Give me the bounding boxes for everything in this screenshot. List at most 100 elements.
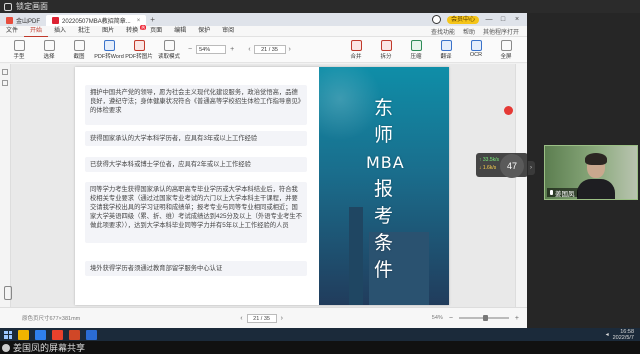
condition-card-1: 拥护中国共产党的领导，愿为社会主义现代化建设服务，政治觉悟高，品德良好，遵纪守法… <box>85 85 307 125</box>
pdf-to-image-button[interactable]: PDF转图片 <box>124 39 154 60</box>
screenshot-button[interactable]: 截图 <box>64 39 94 60</box>
status-next-icon[interactable]: › <box>281 315 283 322</box>
tab-document[interactable]: 20220507MBA教招简章... × <box>46 15 147 26</box>
system-tray: ◂ 16:58 2022/5/7 <box>606 329 640 341</box>
usage-percent[interactable]: 47 <box>500 154 524 178</box>
clock-date: 2022/5/7 <box>612 334 634 341</box>
tab-document-label: 20220507MBA教招简章... <box>62 19 131 25</box>
menu-protect[interactable]: 保护 <box>192 26 216 37</box>
zoom-slider[interactable] <box>458 315 509 321</box>
zoom-slider-knob[interactable] <box>482 315 488 321</box>
close-window-icon[interactable]: × <box>513 16 521 23</box>
condition-card-3: 已获得大学本科或博士学位者，应具有2年或以上工作经验 <box>85 157 307 172</box>
split-button[interactable]: 拆分 <box>371 39 401 60</box>
browser-icon[interactable] <box>35 329 46 340</box>
help-link[interactable]: 帮助 <box>463 27 475 36</box>
powerpoint-icon[interactable] <box>69 329 80 340</box>
find-function[interactable]: 查找功能 <box>431 27 455 36</box>
lock-screen-label[interactable]: 锁定画面 <box>16 1 48 12</box>
merge-button[interactable]: 合并 <box>341 39 371 60</box>
pdf-app-icon[interactable] <box>52 329 63 340</box>
lock-icon[interactable] <box>4 2 12 11</box>
menu-image[interactable]: 图片 <box>96 26 120 37</box>
read-mode-button[interactable]: 读取模式 <box>154 39 184 60</box>
condition-card-5: 境外获得学历者须通过教育部留学服务中心认证 <box>85 261 307 276</box>
speaker-icon[interactable]: ◂ <box>606 331 609 338</box>
file-explorer-icon[interactable] <box>18 329 29 340</box>
app-logo-icon <box>6 17 13 24</box>
pdf-to-word-button[interactable]: PDF转Word <box>94 39 124 60</box>
hand-icon <box>13 39 25 51</box>
menu-edit[interactable]: 编辑 <box>168 26 192 37</box>
side-handle-icon[interactable] <box>4 286 12 300</box>
status-zoom: 54% − + <box>432 315 527 322</box>
condition-card-2: 获得国家承认的大学本科学历者，应具有3年或以上工作经验 <box>85 131 307 146</box>
meeting-lock-bar: 锁定画面 <box>0 0 640 13</box>
zoom-input[interactable]: 54% <box>196 45 227 54</box>
page-size-info: 原色页尺寸677×381mm <box>22 316 81 322</box>
thumbnail-icon[interactable] <box>2 69 8 75</box>
menu-annotate[interactable]: 批注 <box>72 26 96 37</box>
pdf-page: 拥护中国共产党的领导，愿为社会主义现代化建设服务，政治觉悟高，品德良好，遵纪守法… <box>75 67 449 305</box>
book-icon <box>163 39 175 51</box>
open-with-other[interactable]: 其他程序打开 <box>483 27 519 36</box>
new-tab-icon[interactable]: + <box>150 15 155 24</box>
menu-file[interactable]: 文件 <box>0 26 24 37</box>
next-page-icon[interactable]: › <box>289 46 291 53</box>
cursor-icon <box>43 39 55 51</box>
mic-icon <box>550 190 553 195</box>
hand-tool-button[interactable]: 手型 <box>4 39 34 60</box>
zoom-in-icon[interactable]: + <box>230 46 234 53</box>
person-body <box>577 179 615 199</box>
menu-insert[interactable]: 插入 <box>48 26 72 37</box>
zoom-out-icon[interactable]: − <box>188 46 192 53</box>
avatar[interactable] <box>431 15 441 24</box>
status-zoom-out-icon[interactable]: − <box>449 315 453 322</box>
translate-icon <box>440 39 452 51</box>
prev-page-icon[interactable]: ‹ <box>248 46 250 53</box>
status-prev-icon[interactable]: ‹ <box>240 315 242 322</box>
translate-button[interactable]: 翻译 <box>431 39 461 60</box>
menu-start[interactable]: 开始 <box>24 26 49 37</box>
title-right-controls: 会员中心 — □ × <box>431 15 527 24</box>
maximize-icon[interactable]: □ <box>499 16 507 23</box>
minimize-icon[interactable]: — <box>485 16 493 23</box>
screen: 锁定画面 金山PDF 20220507MBA教招简章... × + 会员中心 —… <box>0 0 640 354</box>
page-content: 拥护中国共产党的领导，愿为社会主义现代化建设服务，政治觉悟高，品德良好，遵纪守法… <box>75 67 319 305</box>
banner-title: 东 师 MBA 报 考 条 件 <box>366 97 405 281</box>
bookmark-icon[interactable] <box>2 80 8 86</box>
menu-page[interactable]: 页面 <box>144 26 168 37</box>
select-tool-button[interactable]: 选择 <box>34 39 64 60</box>
compress-button[interactable]: 压缩 <box>401 39 431 60</box>
merge-icon <box>350 39 362 51</box>
vip-badge[interactable]: 会员中心 <box>446 15 479 24</box>
participant-name-tag: 姜国凤 <box>547 188 578 198</box>
menu-bar: 文件 开始 插入 批注 图片 转换热 页面 编辑 保护 审阅 查找功能 帮助 其… <box>0 24 527 37</box>
clock[interactable]: 16:58 2022/5/7 <box>613 329 634 341</box>
meeting-app-icon[interactable] <box>86 329 97 340</box>
collapse-panel-icon[interactable]: › <box>527 161 535 175</box>
menu-convert[interactable]: 转换热 <box>120 24 147 37</box>
close-tab-icon[interactable]: × <box>137 18 141 24</box>
document-area: 拥护中国共产党的领导，愿为社会主义现代化建设服务，政治觉悟高，品德良好，遵纪守法… <box>0 64 527 307</box>
ocr-button[interactable]: OCR <box>461 39 491 60</box>
zoom-control: − 54% + <box>188 45 234 54</box>
status-page-input[interactable]: 21 / 35 <box>246 313 277 323</box>
title-banner: 东 师 MBA 报 考 条 件 <box>319 67 449 305</box>
right-sidebar <box>515 64 527 307</box>
status-zoom-in-icon[interactable]: + <box>515 315 519 322</box>
pdf-file-icon <box>52 17 60 24</box>
split-icon <box>380 39 392 51</box>
tab-home[interactable]: 金山PDF <box>0 15 46 26</box>
participant-video[interactable]: 姜国凤 <box>544 145 638 200</box>
ocr-icon <box>470 39 482 51</box>
windows-start-icon[interactable] <box>4 330 12 339</box>
menu-review[interactable]: 审阅 <box>216 26 240 37</box>
screen-share-footer: 姜国凤的屏幕共享 <box>0 341 640 354</box>
floating-action-icon[interactable] <box>504 106 513 115</box>
fullscreen-button[interactable]: 全屏 <box>491 39 521 60</box>
status-zoom-value: 54% <box>431 315 443 321</box>
condition-card-4: 同等学力考生获得国家承认的高职高专毕业学历或大学本科结业后，符合我校相关专业要求… <box>85 182 307 243</box>
user-icon <box>2 343 10 352</box>
page-input[interactable]: 21 / 35 <box>253 45 286 54</box>
